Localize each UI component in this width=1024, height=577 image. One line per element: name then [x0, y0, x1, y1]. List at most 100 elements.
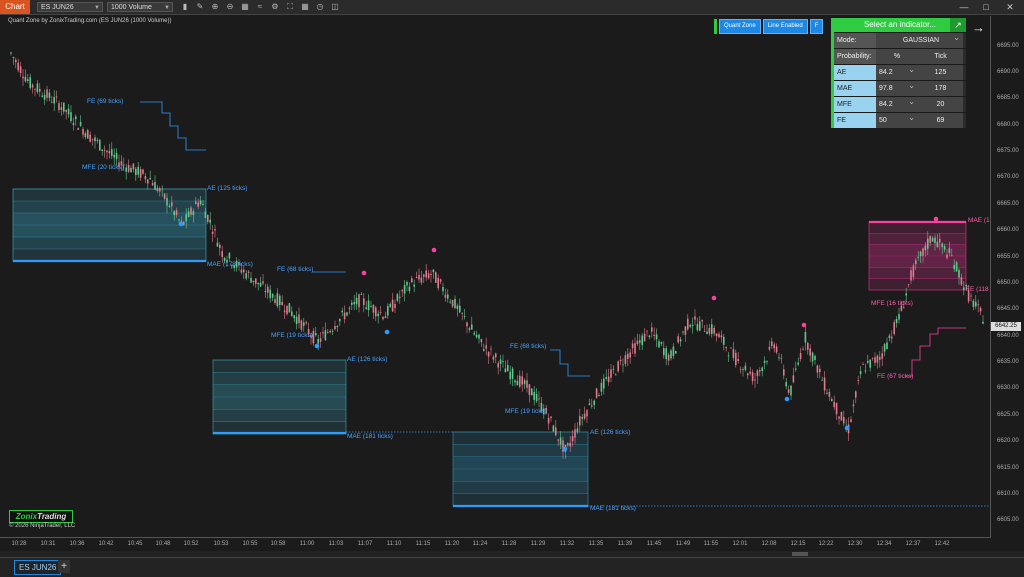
candle-body	[610, 369, 612, 378]
candle-body	[178, 219, 180, 221]
candle-body	[831, 399, 833, 402]
candle-body	[480, 339, 483, 343]
candle-body	[48, 92, 51, 98]
arrow-right-icon[interactable]: →	[972, 20, 985, 35]
candle-body	[821, 379, 823, 381]
candle-body	[864, 370, 867, 372]
minimize-button[interactable]: —	[956, 0, 972, 14]
grid-icon[interactable]: ▦	[300, 2, 310, 12]
line-enabled-button[interactable]: Line Enabled	[762, 19, 808, 34]
scroll-thumb[interactable]	[792, 552, 808, 556]
fullscreen-icon[interactable]: ⛶	[285, 2, 295, 12]
candle-body	[127, 164, 130, 172]
instrument-tab[interactable]: ES JUN26	[14, 560, 62, 575]
candle-body	[972, 300, 975, 307]
f-button[interactable]: F	[809, 19, 824, 34]
candle-body	[658, 341, 660, 348]
candle-body	[487, 351, 490, 357]
candle-body	[982, 321, 984, 324]
candle-body	[622, 364, 624, 366]
chart-tab[interactable]: Chart	[0, 0, 30, 14]
copyright-text: © 2026 NinjaTrader, LLC	[9, 523, 76, 529]
candle-body	[82, 128, 84, 135]
candle-body	[159, 188, 161, 192]
candle-body	[835, 402, 838, 415]
candle-body	[468, 328, 471, 330]
candle-body	[375, 307, 377, 317]
bar-type-selector[interactable]: 1000 Volume ▼	[107, 2, 173, 12]
candle-body	[279, 295, 281, 306]
candle-body	[490, 348, 492, 350]
zoom-in-icon[interactable]: ⊕	[210, 2, 220, 12]
quant-zone-button[interactable]: Quant Zone	[719, 19, 761, 34]
metric-row-mae: MAE 97.8 178	[834, 78, 966, 96]
time-axis[interactable]: 10:28 10:31 10:36 10:42 10:45 10:48 10:52 10:53…	[0, 537, 990, 552]
candle-body	[101, 149, 103, 152]
candle-body	[459, 305, 461, 313]
candle-body	[243, 269, 245, 273]
candle-body	[703, 331, 706, 332]
draw-pencil-icon[interactable]: ✎	[195, 2, 205, 12]
candle-body	[725, 347, 727, 349]
candle-body	[211, 231, 214, 234]
candle-body	[31, 84, 34, 88]
indicator-icon[interactable]: ≈	[255, 2, 265, 12]
fe-label: FE (68 ticks)	[510, 343, 546, 350]
candle-body	[99, 139, 101, 151]
price-axis[interactable]: 6695.00 6690.00 6685.00 6680.00 6675.00 6670.…	[990, 16, 1024, 538]
candle-body	[571, 436, 574, 442]
candle-body	[855, 391, 857, 398]
bar-chart-icon[interactable]: ▮	[180, 2, 190, 12]
candle-body	[166, 197, 168, 206]
candle-body	[915, 260, 917, 264]
candle-body	[727, 355, 730, 357]
mode-dropdown[interactable]: GAUSSIAN	[876, 30, 963, 48]
mfe-label: MFE (20 ticks)	[82, 164, 124, 171]
time-tick-label: 11:39	[617, 541, 633, 547]
candle-body	[103, 149, 106, 151]
add-tab-button[interactable]: +	[58, 560, 70, 573]
maximize-button[interactable]: □	[978, 0, 994, 14]
candle-body	[951, 255, 953, 257]
candle-body	[708, 327, 711, 334]
candle-body	[163, 193, 166, 199]
ae-label: AE (126 ticks)	[590, 429, 630, 436]
candle-body	[339, 318, 341, 322]
candle-body	[106, 150, 108, 153]
candle-body	[427, 273, 430, 279]
candle-body	[300, 320, 303, 330]
bar-properties-icon[interactable]: ▦	[240, 2, 250, 12]
candle-body	[600, 382, 603, 392]
candle-body	[876, 355, 879, 363]
candle-body	[53, 96, 55, 104]
candle-body	[276, 293, 279, 307]
mfe-label: MFE (19 ticks)	[505, 408, 547, 415]
candle-body	[574, 429, 576, 438]
select-indicator-button[interactable]: Select an indicator... ↗	[834, 18, 966, 32]
candle-body	[871, 357, 874, 359]
candle-body	[77, 128, 79, 130]
candle-body	[449, 301, 451, 303]
close-button[interactable]: ✕	[1002, 0, 1018, 14]
instrument-selector[interactable]: ES JUN26 ▼	[37, 2, 103, 12]
strategy-icon[interactable]: ⚙	[270, 2, 280, 12]
candle-body	[759, 370, 761, 372]
pct-dropdown[interactable]: 50	[876, 110, 918, 128]
candle-body	[34, 88, 36, 90]
candle-body	[802, 348, 804, 350]
candle-body	[514, 380, 516, 383]
candle-body	[538, 398, 540, 400]
candle-body	[372, 305, 375, 313]
candle-body	[799, 353, 802, 360]
zone-band	[13, 237, 206, 249]
candle-body	[883, 344, 886, 352]
time-tick-label: 11:45	[646, 541, 662, 547]
clock-icon[interactable]: ◷	[315, 2, 325, 12]
zoom-out-icon[interactable]: ⊖	[225, 2, 235, 12]
candle-body	[264, 290, 267, 293]
candle-body	[905, 293, 907, 296]
candle-body	[519, 375, 521, 387]
fe-step-line-1	[140, 101, 206, 151]
candle-body	[696, 324, 699, 331]
layout-icon[interactable]: ◫	[330, 2, 340, 12]
